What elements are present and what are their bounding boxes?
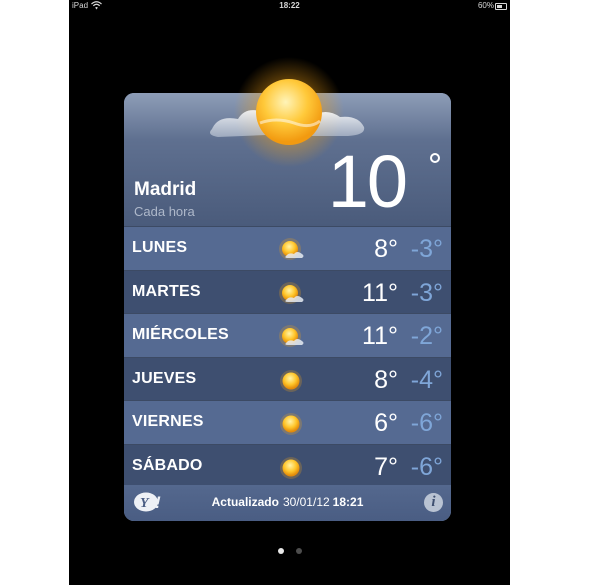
forecast-row: SÁBADO 7° -6° — [124, 443, 451, 487]
high-temperature: 6° — [374, 409, 398, 437]
forecast-day: LUNES — [132, 239, 188, 256]
forecast-row: JUEVES 8° -4° — [124, 356, 451, 400]
forecast-mode-label: Cada hora — [134, 204, 195, 219]
forecast-row: VIERNES 6° -6° — [124, 400, 451, 444]
high-temperature: 7° — [374, 452, 398, 481]
low-temperature: -3° — [410, 235, 443, 263]
high-temperature: 8° — [374, 365, 398, 394]
low-temperature: -4° — [410, 365, 443, 394]
info-button[interactable]: i — [424, 493, 443, 512]
forecast-row: LUNES 8° -3° — [124, 226, 451, 270]
page-dot-2[interactable] — [295, 548, 302, 554]
partly-cloudy-icon — [279, 325, 304, 347]
forecast-day: MIÉRCOLES — [132, 326, 229, 343]
updated-time: 18:21 — [332, 495, 364, 509]
status-time: 18:22 — [279, 1, 300, 10]
partly-cloudy-icon — [279, 238, 304, 260]
battery-icon — [495, 3, 507, 10]
forecast-day: SÁBADO — [132, 456, 203, 474]
sun-cloud-icon — [210, 57, 365, 167]
forecast-row: MARTES 11° -3° — [124, 269, 451, 313]
weather-footer: Y ! Actualizado 30/01/12 18:21 i — [124, 485, 451, 521]
low-temperature: -2° — [410, 322, 443, 350]
high-temperature: 11° — [362, 322, 398, 350]
page-indicator[interactable] — [69, 541, 510, 559]
forecast-day: MARTES — [132, 282, 201, 300]
high-temperature: 11° — [362, 278, 398, 307]
sun-icon — [280, 369, 302, 392]
high-temperature: 8° — [374, 235, 398, 263]
updated-date: 30/01/12 — [282, 495, 330, 509]
degree-symbol — [430, 153, 440, 163]
low-temperature: -6° — [410, 409, 443, 437]
forecast-list: LUNES 8° -3° MARTES 11° -3° MIÉRCOLES 11° -2°… — [124, 226, 451, 487]
sun-icon — [280, 413, 302, 435]
battery-percent: 60% — [477, 1, 494, 10]
city-name: Madrid — [134, 179, 197, 200]
low-temperature: -6° — [410, 452, 443, 481]
forecast-day: JUEVES — [132, 369, 197, 387]
low-temperature: -3° — [410, 278, 443, 307]
forecast-day: VIERNES — [132, 413, 204, 430]
forecast-row: MIÉRCOLES 11° -2° — [124, 313, 451, 357]
updated-label: Actualizado — [211, 495, 279, 509]
partly-cloudy-icon — [279, 281, 304, 304]
page-dot-1[interactable] — [277, 548, 284, 554]
last-updated: Actualizado 30/01/12 18:21 — [124, 495, 451, 509]
status-bar: iPad 18:22 60% — [69, 0, 510, 12]
sun-icon — [280, 456, 302, 479]
ipad-screen: iPad 18:22 60% Madrid Cada hora 10 LUNES… — [69, 0, 510, 585]
